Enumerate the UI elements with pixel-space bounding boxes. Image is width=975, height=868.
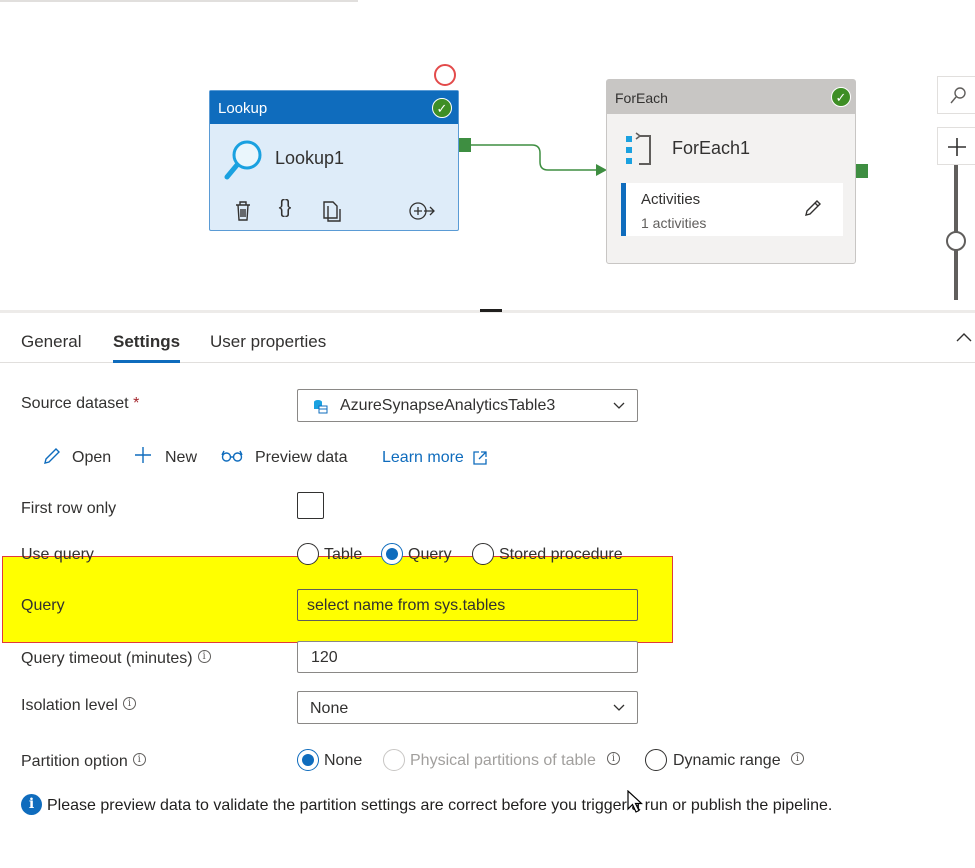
- top-divider: [0, 0, 358, 2]
- copy-icon[interactable]: [318, 199, 344, 223]
- chevron-down-icon: [613, 402, 625, 409]
- error-indicator-icon[interactable]: [434, 64, 456, 86]
- use-query-query-radio[interactable]: [381, 543, 403, 565]
- zoom-in-button[interactable]: [937, 127, 975, 165]
- use-query-table-radio[interactable]: [297, 543, 319, 565]
- first-row-only-label: First row only: [21, 500, 117, 517]
- partition-none-radio[interactable]: [297, 749, 319, 771]
- search-icon: [950, 87, 966, 104]
- info-icon[interactable]: i: [122, 697, 136, 710]
- delete-icon[interactable]: [230, 199, 256, 223]
- lookup-type-label: Lookup: [218, 100, 268, 117]
- query-timeout-label: Query timeout (minutes) i: [21, 650, 211, 668]
- info-icon[interactable]: i: [607, 752, 620, 765]
- success-check-icon: ✓: [432, 98, 452, 118]
- foreach-inner-activities[interactable]: Activities 1 activities: [621, 183, 843, 236]
- lookup-activity-node[interactable]: Lookup ✓ Lookup1 {}: [209, 90, 459, 231]
- foreach-type-label: ForEach: [615, 90, 668, 106]
- glasses-icon: [221, 450, 243, 462]
- info-icon[interactable]: i: [197, 650, 211, 663]
- partition-option-label: Partition option i: [21, 753, 146, 771]
- open-label: Open: [72, 449, 112, 466]
- use-query-table-label: Table: [324, 546, 363, 563]
- partition-option-label-text: Partition option: [21, 753, 128, 770]
- synapse-table-icon: [314, 400, 328, 414]
- info-icon[interactable]: i: [791, 752, 804, 765]
- source-dataset-value: AzureSynapseAnalyticsTable3: [340, 397, 556, 414]
- use-query-query-label: Query: [408, 546, 452, 563]
- inner-activities-title: Activities: [641, 191, 701, 208]
- external-link-icon: [473, 451, 487, 465]
- info-icon[interactable]: i: [132, 753, 146, 766]
- isolation-level-label: Isolation level i: [21, 697, 136, 715]
- mouse-cursor-icon: [627, 790, 644, 813]
- query-timeout-label-text: Query timeout (minutes): [21, 650, 193, 667]
- inner-activities-count: 1 activities: [641, 215, 707, 231]
- connector-arrow[interactable]: [470, 140, 610, 180]
- foreach-activity-header: ForEach ✓: [607, 80, 855, 114]
- active-tab-indicator: [113, 360, 180, 363]
- partition-dynamic-range-radio[interactable]: [645, 749, 667, 771]
- query-input[interactable]: select name from sys.tables: [297, 589, 638, 621]
- use-query-stored-procedure-label: Stored procedure: [499, 546, 623, 563]
- query-label: Query: [21, 597, 65, 614]
- foreach-activity-name: ForEach1: [672, 138, 751, 158]
- info-message-text: Please preview data to validate the part…: [47, 797, 833, 814]
- tab-general[interactable]: General: [21, 332, 81, 352]
- tab-settings[interactable]: Settings: [113, 332, 180, 352]
- lookup-toolbar: {}: [230, 197, 446, 225]
- source-dataset-label-text: Source dataset: [21, 395, 129, 412]
- required-asterisk: *: [133, 395, 140, 412]
- partition-none-label: None: [324, 752, 363, 769]
- query-value: select name from sys.tables: [307, 597, 506, 614]
- properties-tabs: General Settings User properties: [0, 313, 975, 363]
- search-canvas-button[interactable]: [937, 76, 975, 114]
- splitter-handle[interactable]: [480, 309, 502, 312]
- foreach-loop-icon: [626, 132, 651, 165]
- preview-data-label: Preview data: [255, 449, 348, 466]
- learn-more-label: Learn more: [382, 449, 464, 466]
- zoom-slider-thumb[interactable]: [946, 231, 966, 251]
- pencil-icon: [44, 448, 60, 464]
- success-check-icon: ✓: [831, 87, 851, 107]
- isolation-level-dropdown[interactable]: None: [297, 691, 638, 724]
- code-braces-icon[interactable]: {}: [272, 197, 298, 221]
- foreach-success-port[interactable]: [856, 164, 868, 178]
- edit-pencil-icon[interactable]: [803, 198, 823, 218]
- source-dataset-dropdown[interactable]: AzureSynapseAnalyticsTable3: [297, 389, 638, 422]
- new-label: New: [165, 449, 198, 466]
- plus-icon: [135, 447, 151, 463]
- lookup-activity-name: Lookup1: [275, 148, 345, 168]
- chevron-down-icon: [613, 704, 625, 711]
- plus-icon: [948, 138, 966, 156]
- partition-dynamic-range-label: Dynamic range: [673, 752, 781, 769]
- first-row-only-checkbox[interactable]: [297, 492, 324, 519]
- foreach-activity-node[interactable]: ForEach ✓ ForEach1 Activities 1 activiti…: [606, 79, 856, 264]
- source-dataset-label: Source dataset *: [21, 395, 139, 413]
- isolation-level-label-text: Isolation level: [21, 697, 118, 714]
- lookup-activity-header: Lookup ✓: [210, 91, 458, 124]
- tab-user-properties[interactable]: User properties: [210, 332, 326, 352]
- info-filled-icon: i: [21, 794, 42, 815]
- use-query-label: Use query: [21, 546, 94, 563]
- add-output-icon[interactable]: [408, 199, 436, 223]
- query-timeout-input[interactable]: 120: [297, 641, 638, 673]
- query-timeout-value: 120: [311, 649, 338, 666]
- isolation-level-value: None: [310, 700, 349, 717]
- use-query-stored-procedure-radio[interactable]: [472, 543, 494, 565]
- collapse-chevron-up-icon[interactable]: [955, 329, 973, 347]
- lookup-magnifier-icon: [224, 140, 262, 180]
- pipeline-canvas[interactable]: Lookup ✓ Lookup1 {} ForEach ✓ ForEach1 A…: [0, 0, 975, 312]
- partition-physical-label: Physical partitions of table: [410, 752, 596, 769]
- dataset-actions-bar: Open New Preview data Learn more: [0, 445, 600, 471]
- partition-physical-radio: [383, 749, 405, 771]
